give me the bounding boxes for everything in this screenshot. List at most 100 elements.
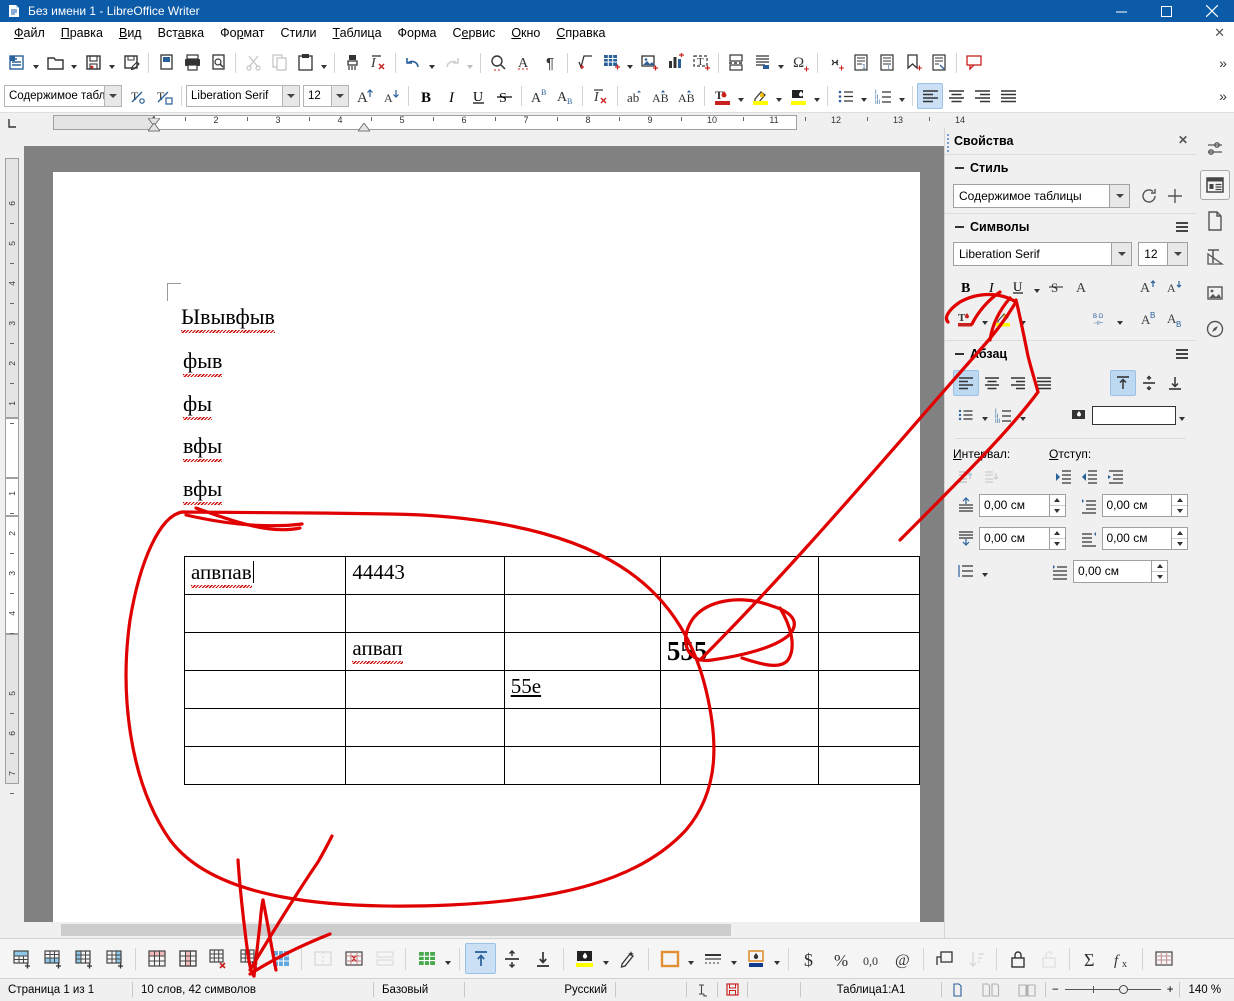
table-row[interactable] (183, 708, 921, 747)
insert-image-icon[interactable] (636, 50, 662, 76)
book-view-icon[interactable] (1009, 979, 1045, 1001)
document-paragraph[interactable]: фы (183, 391, 213, 420)
menu-item-view[interactable]: Вид (111, 23, 150, 43)
unordered-list-dropdown-icon[interactable] (858, 83, 870, 109)
character-highlight-icon[interactable] (785, 83, 811, 109)
table-cell[interactable]: апвап (345, 632, 505, 671)
align-right-icon[interactable] (969, 83, 995, 109)
decrease-indent-icon[interactable] (1077, 463, 1103, 489)
spacing-above-stepper[interactable] (1048, 494, 1065, 516)
insert-field-icon[interactable] (749, 50, 775, 76)
align-bottom-icon[interactable] (527, 943, 558, 974)
protect-cells-icon[interactable] (1002, 943, 1033, 974)
vertical-ruler-segment[interactable] (5, 634, 19, 784)
insert-comment-icon[interactable] (961, 50, 987, 76)
table-row[interactable]: апвпав 44443 (183, 556, 921, 595)
table-cell[interactable] (659, 708, 819, 747)
navigator-icon[interactable] (1200, 314, 1230, 344)
stepper-up[interactable] (1049, 527, 1065, 539)
document-paragraph[interactable]: вфы (183, 433, 223, 462)
paste-dropdown-icon[interactable] (318, 50, 330, 76)
collapse-icon[interactable] (953, 162, 965, 174)
zoom-slider[interactable]: − + (1046, 984, 1179, 996)
strikethrough-icon[interactable]: S (1043, 274, 1069, 300)
status-language[interactable]: Русский (465, 979, 615, 1001)
open-file-icon[interactable] (42, 50, 68, 76)
stepper-down[interactable] (1172, 505, 1187, 516)
table-cell[interactable] (659, 594, 819, 633)
stepper-up[interactable] (1172, 527, 1187, 539)
table-row[interactable] (183, 746, 921, 785)
style-inspector-icon[interactable] (1200, 242, 1230, 272)
insert-caption-icon[interactable] (929, 943, 960, 974)
table-cell[interactable]: 44443 (345, 556, 505, 595)
left-indent-marker[interactable] (147, 121, 161, 133)
optimize-size-dropdown-icon[interactable] (442, 946, 454, 972)
lowercase-icon[interactable]: ab (622, 83, 648, 109)
background-color-swatch[interactable] (1092, 405, 1176, 425)
stepper-up[interactable] (1172, 494, 1187, 506)
document-page[interactable]: Ывывфыв фыв фы вфы вфы апвпав 44443 апва… (53, 172, 921, 922)
align-left-icon[interactable] (917, 83, 943, 109)
table-cell[interactable] (817, 708, 921, 747)
formula-icon[interactable]: fx (1106, 943, 1137, 974)
select-table-icon[interactable] (234, 943, 265, 974)
table-cell[interactable] (817, 632, 921, 671)
clear-formatting-icon[interactable]: I (587, 83, 613, 109)
spacing-below-field[interactable]: 0,00 см (979, 526, 1066, 550)
borders-icon[interactable] (654, 943, 685, 974)
vertical-ruler-segment[interactable] (5, 158, 19, 418)
collapse-icon[interactable] (953, 348, 965, 360)
paragraph-style-dropdown-icon[interactable] (104, 86, 121, 106)
underline-icon[interactable]: U (465, 83, 491, 109)
font-color-icon[interactable]: T (709, 83, 735, 109)
insert-table-icon[interactable] (598, 50, 624, 76)
insert-field-dropdown-icon[interactable] (775, 50, 787, 76)
italic-icon[interactable]: I (979, 274, 1005, 300)
collapse-icon[interactable] (953, 221, 965, 233)
insert-formula-icon[interactable] (572, 50, 598, 76)
vertical-ruler-segment[interactable] (5, 418, 19, 478)
spacing-below-stepper[interactable] (1048, 527, 1065, 549)
ruler-text-area[interactable] (154, 115, 797, 130)
zoom-in-button[interactable]: + (1161, 984, 1174, 996)
insert-footnote-icon[interactable]: 1 (848, 50, 874, 76)
indent-before-field[interactable]: 0,00 см (1101, 493, 1188, 517)
stepper-down[interactable] (1172, 538, 1187, 549)
table-cell[interactable] (659, 746, 819, 785)
document-paragraph[interactable]: Ывывфыв (181, 304, 275, 333)
undo-dropdown-icon[interactable] (426, 50, 438, 76)
font-color-dropdown-icon[interactable] (979, 306, 991, 332)
insert-cross-reference-icon[interactable] (926, 50, 952, 76)
table-cell[interactable] (817, 556, 921, 595)
first-line-indent-stepper[interactable] (1151, 560, 1167, 582)
table-cell[interactable] (817, 594, 921, 633)
justify-icon[interactable] (995, 83, 1021, 109)
highlight-color-icon[interactable] (747, 83, 773, 109)
align-top-icon[interactable] (1110, 370, 1136, 396)
border-line-style-icon[interactable] (697, 943, 728, 974)
table-cell[interactable] (183, 594, 347, 633)
align-center-icon[interactable] (943, 83, 969, 109)
line-spacing-dropdown-icon[interactable] (979, 558, 991, 584)
table-cell[interactable] (183, 670, 347, 709)
percent-format-icon[interactable]: % (825, 943, 856, 974)
print-icon[interactable] (179, 50, 205, 76)
strikethrough-icon[interactable]: S (491, 83, 517, 109)
delete-column-icon[interactable] (172, 943, 203, 974)
insert-mode-icon[interactable] (687, 979, 717, 1001)
border-line-style-dropdown-icon[interactable] (728, 946, 740, 972)
menu-item-styles[interactable]: Стили (273, 23, 325, 43)
bold-icon[interactable]: B (413, 83, 439, 109)
minimize-button[interactable] (1099, 0, 1144, 22)
special-character-icon[interactable]: Ω (787, 50, 813, 76)
save-as-icon[interactable] (118, 50, 144, 76)
number-format-icon[interactable]: 0,0 (856, 943, 887, 974)
line-spacing-icon[interactable] (953, 558, 979, 584)
stepper-down[interactable] (1049, 538, 1065, 549)
underline-dropdown-icon[interactable] (1031, 274, 1043, 300)
paste-icon[interactable] (292, 50, 318, 76)
horizontal-scroll-thumb[interactable] (61, 924, 731, 936)
table-cell[interactable] (345, 746, 505, 785)
justify-icon[interactable] (1031, 370, 1057, 396)
